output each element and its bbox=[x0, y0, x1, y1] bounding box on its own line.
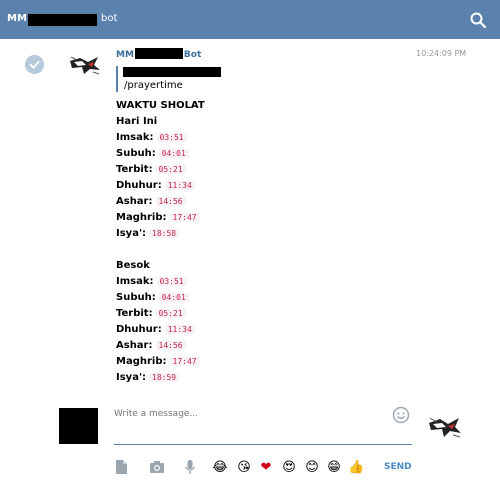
prayer-time: 18:58 bbox=[149, 229, 180, 238]
prayer-name: Ashar: bbox=[116, 340, 153, 351]
tomorrow-times: Imsak: 03:51 Subuh: 04:01 Terbit: 05:21 Dhu… bbox=[116, 274, 205, 386]
prayer-name: Subuh: bbox=[116, 292, 156, 303]
message-heading: WAKTU SHOLAT bbox=[116, 100, 205, 111]
microphone-icon[interactable] bbox=[182, 459, 198, 475]
sender-suffix: Bot bbox=[183, 50, 202, 60]
chat-title-suffix: bot bbox=[101, 13, 118, 24]
prayer-name: Imsak: bbox=[116, 276, 154, 287]
user-avatar[interactable] bbox=[59, 408, 98, 444]
prayer-name: Dhuhur: bbox=[116, 324, 162, 335]
emoji-thumbs-up[interactable]: 👍 bbox=[348, 460, 364, 476]
emoji-tears-of-joy[interactable]: 😂 bbox=[212, 460, 228, 476]
redacted-sender bbox=[134, 48, 183, 59]
prayer-time: 05:21 bbox=[155, 309, 186, 318]
prayer-name: Isya': bbox=[116, 228, 146, 239]
message-body: WAKTU SHOLAT Hari Ini Imsak: 03:51 Subuh:… bbox=[116, 98, 205, 386]
emoji-picker-icon[interactable] bbox=[392, 406, 410, 424]
today-label: Hari Ini bbox=[116, 116, 158, 127]
bot-avatar[interactable] bbox=[68, 53, 102, 77]
search-icon[interactable] bbox=[469, 11, 487, 29]
prayer-row: Subuh: 04:01 bbox=[116, 290, 205, 306]
today-times: Imsak: 03:51 Subuh: 04:01 Terbit: 05:21 Dhu… bbox=[116, 130, 205, 242]
prayer-row: Maghrib: 17:47 bbox=[116, 354, 205, 370]
prayer-time: 05:21 bbox=[155, 165, 186, 174]
prayer-row: Imsak: 03:51 bbox=[116, 274, 205, 290]
prayer-row: Dhuhur: 11:34 bbox=[116, 178, 205, 194]
prayer-name: Terbit: bbox=[116, 164, 153, 175]
attach-document-icon[interactable] bbox=[113, 459, 129, 475]
chat-header: MM bot bbox=[0, 0, 500, 39]
prayer-row: Subuh: 04:01 bbox=[116, 146, 205, 162]
emoji-kiss[interactable]: 😘 bbox=[236, 460, 252, 476]
prayer-time: 11:34 bbox=[164, 325, 195, 334]
prayer-name: Imsak: bbox=[116, 132, 154, 143]
bot-avatar-small[interactable] bbox=[427, 414, 463, 440]
prayer-time: 17:47 bbox=[169, 357, 200, 366]
prayer-time: 04:01 bbox=[158, 293, 189, 302]
message-sender[interactable]: MM Bot bbox=[116, 48, 201, 60]
emoji-blush[interactable]: 😊 bbox=[304, 460, 320, 476]
prayer-row: Terbit: 05:21 bbox=[116, 306, 205, 322]
prayer-time: 17:47 bbox=[169, 213, 200, 222]
prayer-name: Isya': bbox=[116, 372, 146, 383]
message-input[interactable] bbox=[114, 406, 384, 422]
prayer-row: Isya': 18:58 bbox=[116, 226, 205, 242]
prayer-time: 03:51 bbox=[156, 133, 187, 142]
prayer-row: Dhuhur: 11:34 bbox=[116, 322, 205, 338]
prayer-time: 14:56 bbox=[155, 341, 186, 350]
prayer-row: Terbit: 05:21 bbox=[116, 162, 205, 178]
prayer-name: Dhuhur: bbox=[116, 180, 162, 191]
input-underline bbox=[114, 444, 412, 445]
tomorrow-label: Besok bbox=[116, 260, 150, 271]
prayer-time: 11:34 bbox=[164, 181, 195, 190]
prayer-name: Maghrib: bbox=[116, 356, 167, 367]
prayer-name: Ashar: bbox=[116, 196, 153, 207]
prayer-time: 14:56 bbox=[155, 197, 186, 206]
prayer-row: Ashar: 14:56 bbox=[116, 194, 205, 210]
prayer-row: Maghrib: 17:47 bbox=[116, 210, 205, 226]
prayer-row: Imsak: 03:51 bbox=[116, 130, 205, 146]
emoji-grin[interactable]: 😁 bbox=[326, 460, 342, 476]
redacted-name bbox=[28, 14, 97, 26]
prayer-time: 04:01 bbox=[158, 149, 189, 158]
prayer-name: Subuh: bbox=[116, 148, 156, 159]
prayer-name: Maghrib: bbox=[116, 212, 167, 223]
redacted-reply-author bbox=[123, 67, 221, 77]
reply-quote-text[interactable]: /prayertime bbox=[124, 80, 183, 91]
reply-quote-bar bbox=[116, 66, 118, 92]
prayer-name: Terbit: bbox=[116, 308, 153, 319]
message-timestamp: 10:24:09 PM bbox=[416, 49, 467, 58]
attach-photo-icon[interactable] bbox=[149, 459, 165, 475]
chat-title-prefix: MM bbox=[7, 13, 27, 24]
send-button[interactable]: SEND bbox=[384, 462, 412, 472]
emoji-heart-eyes[interactable]: 😍 bbox=[281, 460, 297, 476]
read-check-icon[interactable] bbox=[25, 55, 44, 74]
prayer-row: Isya': 18:59 bbox=[116, 370, 205, 386]
prayer-time: 03:51 bbox=[156, 277, 187, 286]
prayer-time: 18:59 bbox=[149, 373, 180, 382]
prayer-row: Ashar: 14:56 bbox=[116, 338, 205, 354]
sender-prefix: MM bbox=[116, 50, 134, 60]
emoji-heart[interactable]: ❤ bbox=[258, 460, 274, 476]
